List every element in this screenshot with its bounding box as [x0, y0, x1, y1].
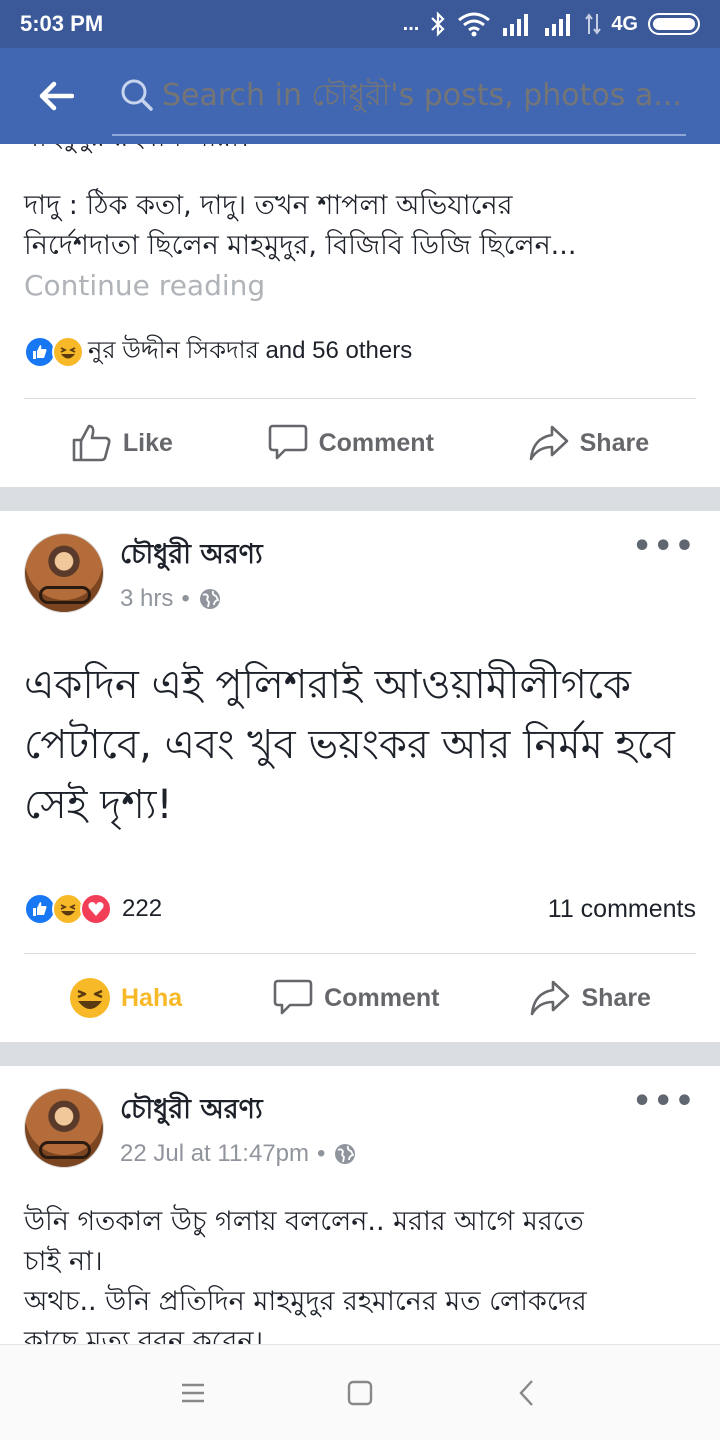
search-box[interactable] — [112, 56, 686, 136]
post-time[interactable]: 22 Jul at 11:47pm — [120, 1140, 309, 1168]
post-time-line: 22 Jul at 11:47pm • — [120, 1140, 357, 1168]
thumbs-up-icon — [72, 424, 111, 462]
continue-reading-link[interactable]: Continue reading — [24, 266, 696, 306]
post-meta: চৌধুরী অরণ্য 22 Jul at 11:47pm • — [120, 1089, 357, 1168]
action-bar: Like Comment Share — [24, 399, 696, 487]
comment-button[interactable]: Comment — [267, 423, 434, 463]
haha-reaction-icon — [52, 336, 84, 368]
post-time[interactable]: 3 hrs — [120, 585, 173, 613]
comment-button[interactable]: Comment — [272, 978, 439, 1018]
post-text: একদিন এই পুলিশরাই আওয়ামীলীগকে পেটাবে, এ… — [24, 662, 675, 828]
share-button[interactable]: Share — [528, 423, 649, 463]
app-bar — [0, 48, 720, 144]
like-button[interactable]: Like — [71, 423, 173, 463]
home-square-icon — [347, 1380, 373, 1405]
status-bar: 5:03 PM ... 4G — [0, 0, 720, 48]
comment-icon — [268, 424, 307, 460]
author-name[interactable]: চৌধুরী অরণ্য — [120, 534, 263, 579]
reaction-count: 222 — [122, 895, 163, 922]
post-text-line: নির্দেশদাতা ছিলেন মাহমুদুর, বিজিবি ডিজি … — [24, 230, 577, 261]
post-header: চৌধুরী অরণ্য 22 Jul at 11:47pm • ••• — [24, 1066, 696, 1190]
post-text-line: চাই না। — [24, 1246, 103, 1277]
haha-label: Haha — [121, 983, 183, 1012]
post-text-line: উনি গতকাল উচু গলায় বললেন.. মরার আগে মরত… — [24, 1206, 584, 1237]
post-text-cut-line: মাহমুদুর রহমান পারা। — [24, 144, 696, 158]
comment-label: Comment — [324, 983, 440, 1012]
battery-icon — [648, 13, 700, 35]
share-icon — [529, 425, 568, 461]
reactions-summary[interactable]: নুর উদ্দীন সিকদার and 56 others — [24, 306, 696, 398]
back-nav-button[interactable] — [497, 1363, 557, 1423]
haha-emoji-icon — [70, 978, 110, 1018]
comments-count[interactable]: 11 comments — [548, 895, 696, 924]
post-card-previous: মাহমুদুর রহমান পারা। দাদু : ঠিক কতা, দাদ… — [0, 144, 720, 487]
bluetooth-icon — [431, 11, 445, 37]
status-time: 5:03 PM — [20, 11, 104, 36]
more-options-icon[interactable]: ••• — [632, 1084, 696, 1119]
globe-icon — [335, 1143, 356, 1164]
post-text-line: অথচ.. উনি প্রতিদিন মাহমুদুর রহমানের মত ল… — [24, 1286, 587, 1317]
feed[interactable]: মাহমুদুর রহমান পারা। দাদু : ঠিক কতা, দাদ… — [0, 144, 720, 1344]
author-name[interactable]: চৌধুরী অরণ্য — [120, 1089, 357, 1134]
back-arrow-icon — [39, 81, 74, 111]
home-button[interactable] — [330, 1363, 390, 1423]
navigation-bar — [0, 1344, 720, 1440]
share-icon — [531, 980, 570, 1016]
haha-button[interactable]: Haha — [69, 977, 182, 1019]
menu-icon — [182, 1383, 205, 1402]
love-reaction-icon — [80, 893, 112, 925]
post-divider — [0, 1042, 720, 1066]
more-options-icon[interactable]: ••• — [632, 529, 696, 564]
back-chevron-icon — [519, 1379, 533, 1406]
signal-icon-2 — [545, 14, 571, 36]
search-input[interactable] — [162, 77, 682, 113]
notification-dots-icon: ... — [402, 12, 420, 35]
post-text-line: দাদু : ঠিক কতা, দাদু। তখন শাপলা অভিযানের — [24, 190, 513, 221]
reactions-summary[interactable]: 222 11 comments — [24, 865, 696, 953]
network-type: 4G — [611, 12, 638, 35]
post-header: চৌধুরী অরণ্য 3 hrs • ••• — [24, 511, 696, 635]
share-label: Share — [581, 983, 651, 1012]
meta-separator: • — [317, 1139, 326, 1167]
signal-icon-1 — [503, 14, 529, 36]
wifi-icon — [458, 12, 491, 37]
reactions-text: নুর উদ্দীন সিকদার and 56 others — [88, 337, 413, 364]
post-text-line: কাছে মৃত্যু বরন করেন। — [24, 1326, 264, 1344]
action-bar: Haha Comment Share — [24, 954, 696, 1042]
data-arrows-icon — [585, 13, 602, 35]
globe-icon — [199, 588, 220, 609]
avatar[interactable] — [24, 1088, 104, 1168]
comment-label: Comment — [318, 428, 434, 457]
reaction-icons — [24, 336, 84, 368]
post-card-next: চৌধুরী অরণ্য 22 Jul at 11:47pm • ••• উনি… — [0, 1066, 720, 1344]
share-label: Share — [579, 428, 650, 457]
meta-separator: • — [181, 584, 190, 612]
post-card-main: চৌধুরী অরণ্য 3 hrs • ••• একদিন এই পুলিশর… — [0, 511, 720, 1042]
like-label: Like — [122, 428, 173, 457]
post-divider — [0, 487, 720, 511]
status-icons: ... 4G — [403, 11, 700, 37]
menu-button[interactable] — [163, 1363, 223, 1423]
post-meta: চৌধুরী অরণ্য 3 hrs • — [120, 534, 263, 613]
search-icon — [112, 75, 162, 115]
avatar[interactable] — [24, 533, 104, 613]
reaction-icons — [24, 893, 112, 925]
comment-icon — [273, 979, 313, 1015]
share-button[interactable]: Share — [529, 978, 651, 1018]
post-time-line: 3 hrs • — [120, 585, 263, 613]
back-button[interactable] — [0, 48, 112, 144]
